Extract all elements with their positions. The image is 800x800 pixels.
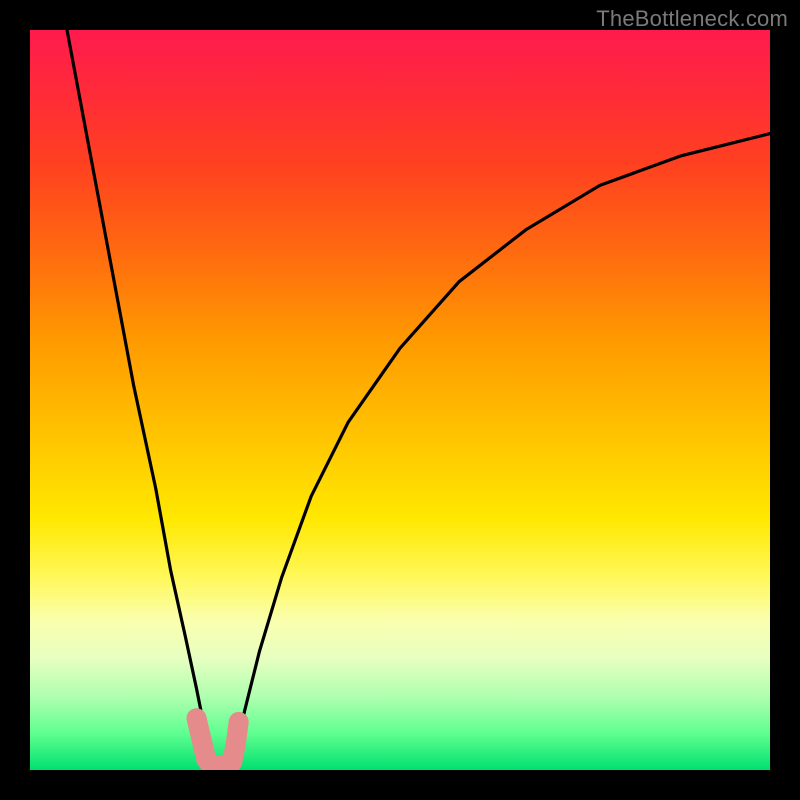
chart-frame: TheBottleneck.com xyxy=(0,0,800,800)
plot-area xyxy=(30,30,770,770)
watermark-text: TheBottleneck.com xyxy=(596,6,788,32)
curve-layer xyxy=(30,30,770,770)
right-curve xyxy=(234,134,771,770)
left-curve xyxy=(67,30,212,770)
valley-markers xyxy=(197,718,239,766)
